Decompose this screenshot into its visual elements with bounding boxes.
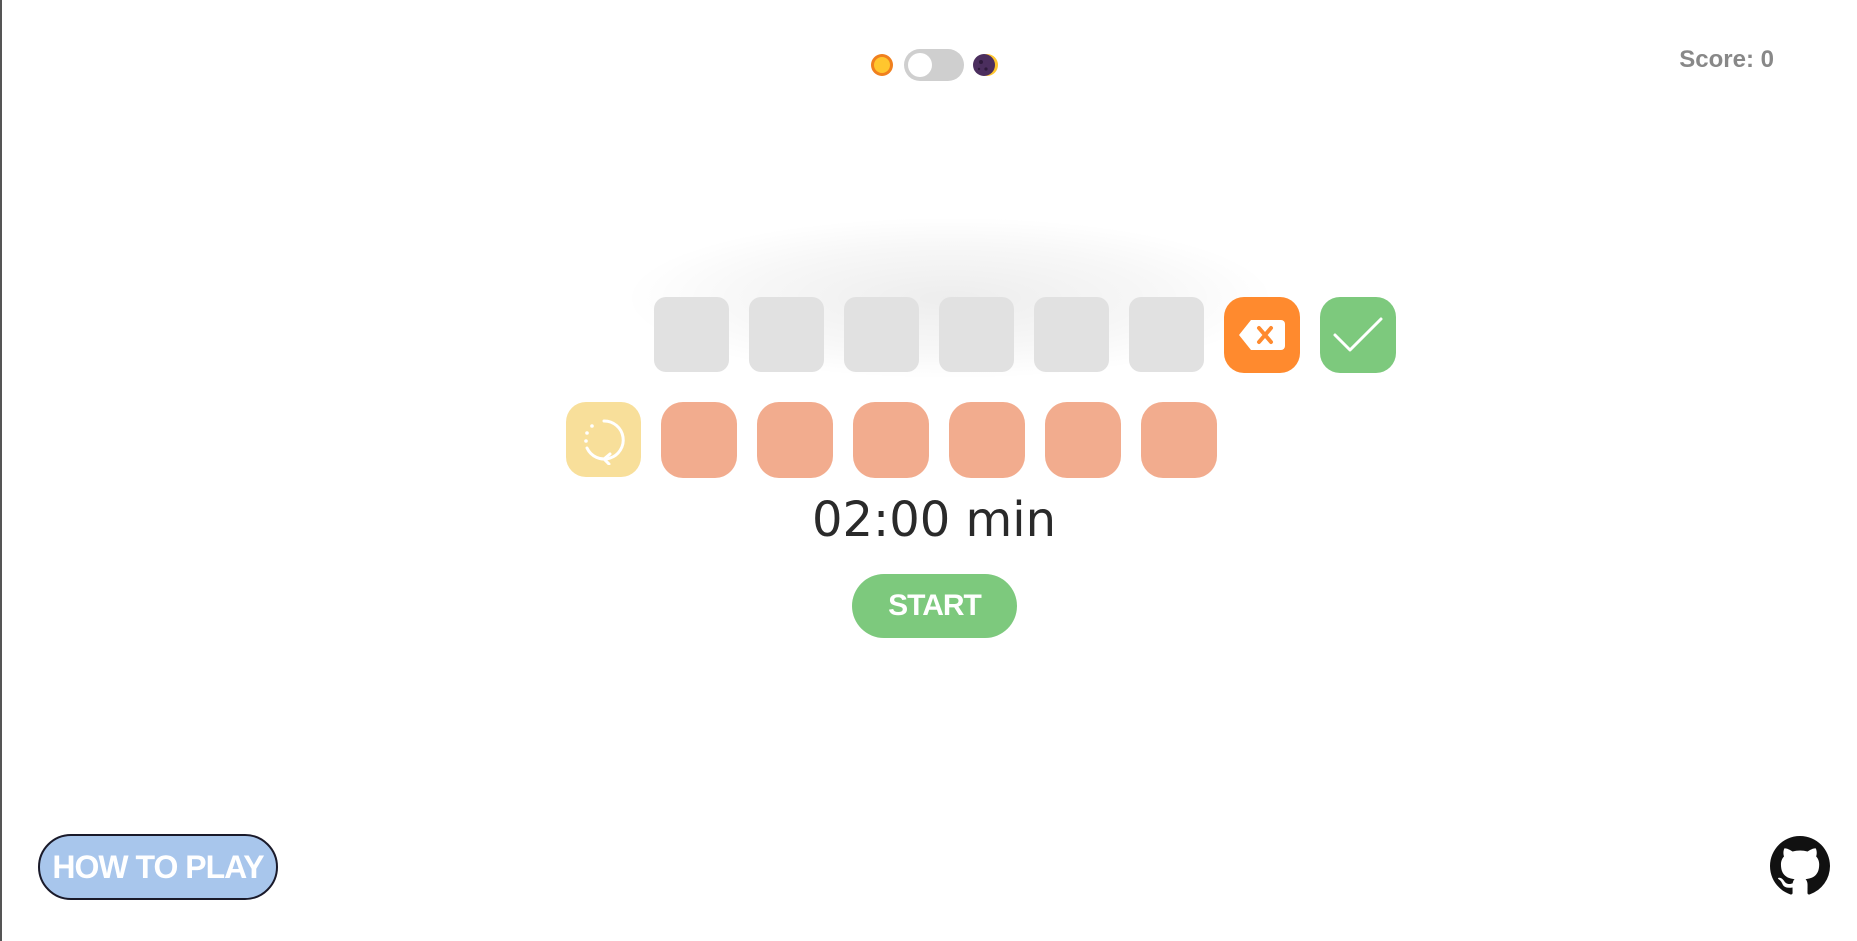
delete-button[interactable] (1224, 297, 1300, 373)
answer-slot (1034, 297, 1109, 372)
timer: 02:00 min (811, 492, 1057, 548)
check-icon (1333, 317, 1383, 352)
moon-icon (972, 51, 1000, 79)
start-button[interactable]: START (852, 574, 1017, 638)
window-edge (0, 0, 2, 941)
github-link[interactable] (1770, 836, 1830, 896)
letter-tile[interactable] (949, 402, 1025, 478)
answer-slot (1129, 297, 1204, 372)
theme-toggle[interactable] (868, 47, 1000, 83)
backspace-icon (1239, 320, 1285, 350)
how-to-play-button[interactable]: HOW TO PLAY (38, 834, 278, 900)
letter-tile[interactable] (853, 402, 929, 478)
letter-tile[interactable] (757, 402, 833, 478)
answer-slot (939, 297, 1014, 372)
github-icon (1770, 836, 1830, 895)
answer-slot (654, 297, 729, 372)
score-display: Score: 0 (1679, 46, 1774, 73)
sun-icon (868, 51, 896, 79)
letter-tile[interactable] (661, 402, 737, 478)
letter-tile[interactable] (1141, 402, 1217, 478)
answer-slot (844, 297, 919, 372)
answer-row (654, 297, 1396, 373)
letter-tile[interactable] (1045, 402, 1121, 478)
letters-row (566, 402, 1217, 478)
answer-slot (749, 297, 824, 372)
shuffle-icon (583, 418, 625, 465)
toggle-knob (908, 53, 932, 77)
submit-button[interactable] (1320, 297, 1396, 373)
theme-toggle-switch[interactable] (904, 49, 964, 81)
shuffle-button[interactable] (566, 402, 641, 477)
